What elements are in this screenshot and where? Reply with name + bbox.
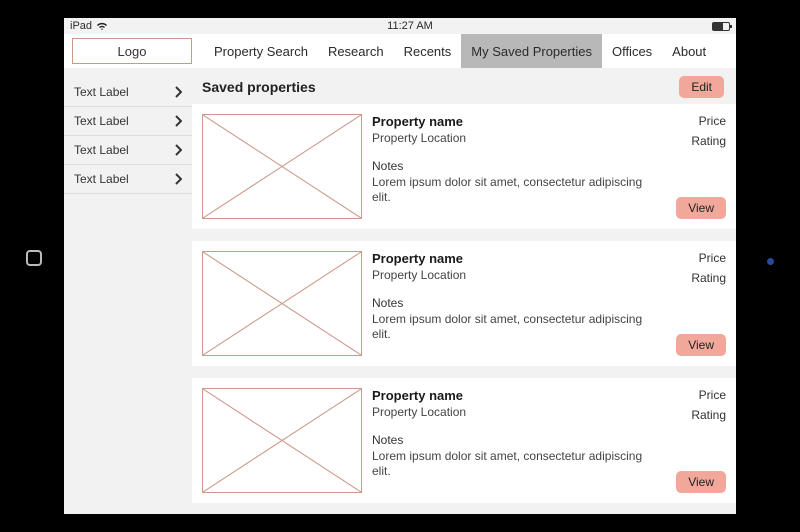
property-card: Property name Property Location Notes Lo… xyxy=(192,104,736,229)
image-placeholder xyxy=(202,251,362,356)
sidebar-item-1[interactable]: Text Label xyxy=(64,107,192,136)
price-label: Price xyxy=(691,251,726,265)
notes-label: Notes xyxy=(372,433,648,447)
sidebar: Text Label Text Label Text Label Text La… xyxy=(64,68,192,514)
chevron-right-icon xyxy=(174,144,182,156)
device-home-button xyxy=(26,250,42,266)
sidebar-item-0[interactable]: Text Label xyxy=(64,78,192,107)
device-screen: iPad 11:27 AM Logo Property Search Resea… xyxy=(64,18,736,514)
rating-label: Rating xyxy=(691,408,726,422)
nav-tab-about[interactable]: About xyxy=(662,34,716,68)
notes-label: Notes xyxy=(372,296,648,310)
property-name: Property name xyxy=(372,388,648,403)
status-bar: iPad 11:27 AM xyxy=(64,18,736,34)
image-placeholder xyxy=(202,114,362,219)
top-nav: Logo Property Search Research Recents My… xyxy=(64,34,736,68)
rating-label: Rating xyxy=(691,134,726,148)
sidebar-item-label: Text Label xyxy=(74,114,129,128)
property-card: Property name Property Location Notes Lo… xyxy=(192,378,736,503)
device-camera xyxy=(767,258,774,265)
sidebar-item-label: Text Label xyxy=(74,143,129,157)
main: Text Label Text Label Text Label Text La… xyxy=(64,68,736,514)
content-header: Saved properties Edit xyxy=(192,68,736,104)
property-meta: Price Rating View xyxy=(666,114,726,219)
property-name: Property name xyxy=(372,114,648,129)
content[interactable]: Saved properties Edit Property name Prop… xyxy=(192,68,736,514)
property-info: Property name Property Location Notes Lo… xyxy=(372,114,656,219)
image-placeholder xyxy=(202,388,362,493)
price-label: Price xyxy=(691,388,726,402)
property-location: Property Location xyxy=(372,131,648,145)
nav-tab-property-search[interactable]: Property Search xyxy=(204,34,318,68)
property-card: Property name Property Location Notes Lo… xyxy=(192,241,736,366)
nav-tab-saved-properties[interactable]: My Saved Properties xyxy=(461,34,602,68)
view-button[interactable]: View xyxy=(676,197,726,219)
nav-tab-offices[interactable]: Offices xyxy=(602,34,662,68)
edit-button[interactable]: Edit xyxy=(679,76,724,98)
wifi-icon xyxy=(96,21,108,31)
status-time: 11:27 AM xyxy=(108,20,712,32)
page-title: Saved properties xyxy=(202,79,316,95)
price-label: Price xyxy=(691,114,726,128)
property-location: Property Location xyxy=(372,268,648,282)
status-device: iPad xyxy=(70,20,92,32)
property-notes: Lorem ipsum dolor sit amet, consectetur … xyxy=(372,175,648,205)
property-name: Property name xyxy=(372,251,648,266)
property-meta: Price Rating View xyxy=(666,251,726,356)
logo[interactable]: Logo xyxy=(72,38,192,64)
sidebar-item-2[interactable]: Text Label xyxy=(64,136,192,165)
property-meta: Price Rating View xyxy=(666,388,726,493)
property-info: Property name Property Location Notes Lo… xyxy=(372,251,656,356)
view-button[interactable]: View xyxy=(676,471,726,493)
sidebar-item-label: Text Label xyxy=(74,172,129,186)
rating-label: Rating xyxy=(691,271,726,285)
view-button[interactable]: View xyxy=(676,334,726,356)
nav-tab-recents[interactable]: Recents xyxy=(394,34,462,68)
property-location: Property Location xyxy=(372,405,648,419)
nav-tabs: Property Search Research Recents My Save… xyxy=(204,34,716,68)
chevron-right-icon xyxy=(174,173,182,185)
property-info: Property name Property Location Notes Lo… xyxy=(372,388,656,493)
notes-label: Notes xyxy=(372,159,648,173)
chevron-right-icon xyxy=(174,115,182,127)
battery-icon xyxy=(712,22,730,31)
property-notes: Lorem ipsum dolor sit amet, consectetur … xyxy=(372,449,648,479)
chevron-right-icon xyxy=(174,86,182,98)
sidebar-item-3[interactable]: Text Label xyxy=(64,165,192,194)
sidebar-item-label: Text Label xyxy=(74,85,129,99)
nav-tab-research[interactable]: Research xyxy=(318,34,394,68)
property-notes: Lorem ipsum dolor sit amet, consectetur … xyxy=(372,312,648,342)
